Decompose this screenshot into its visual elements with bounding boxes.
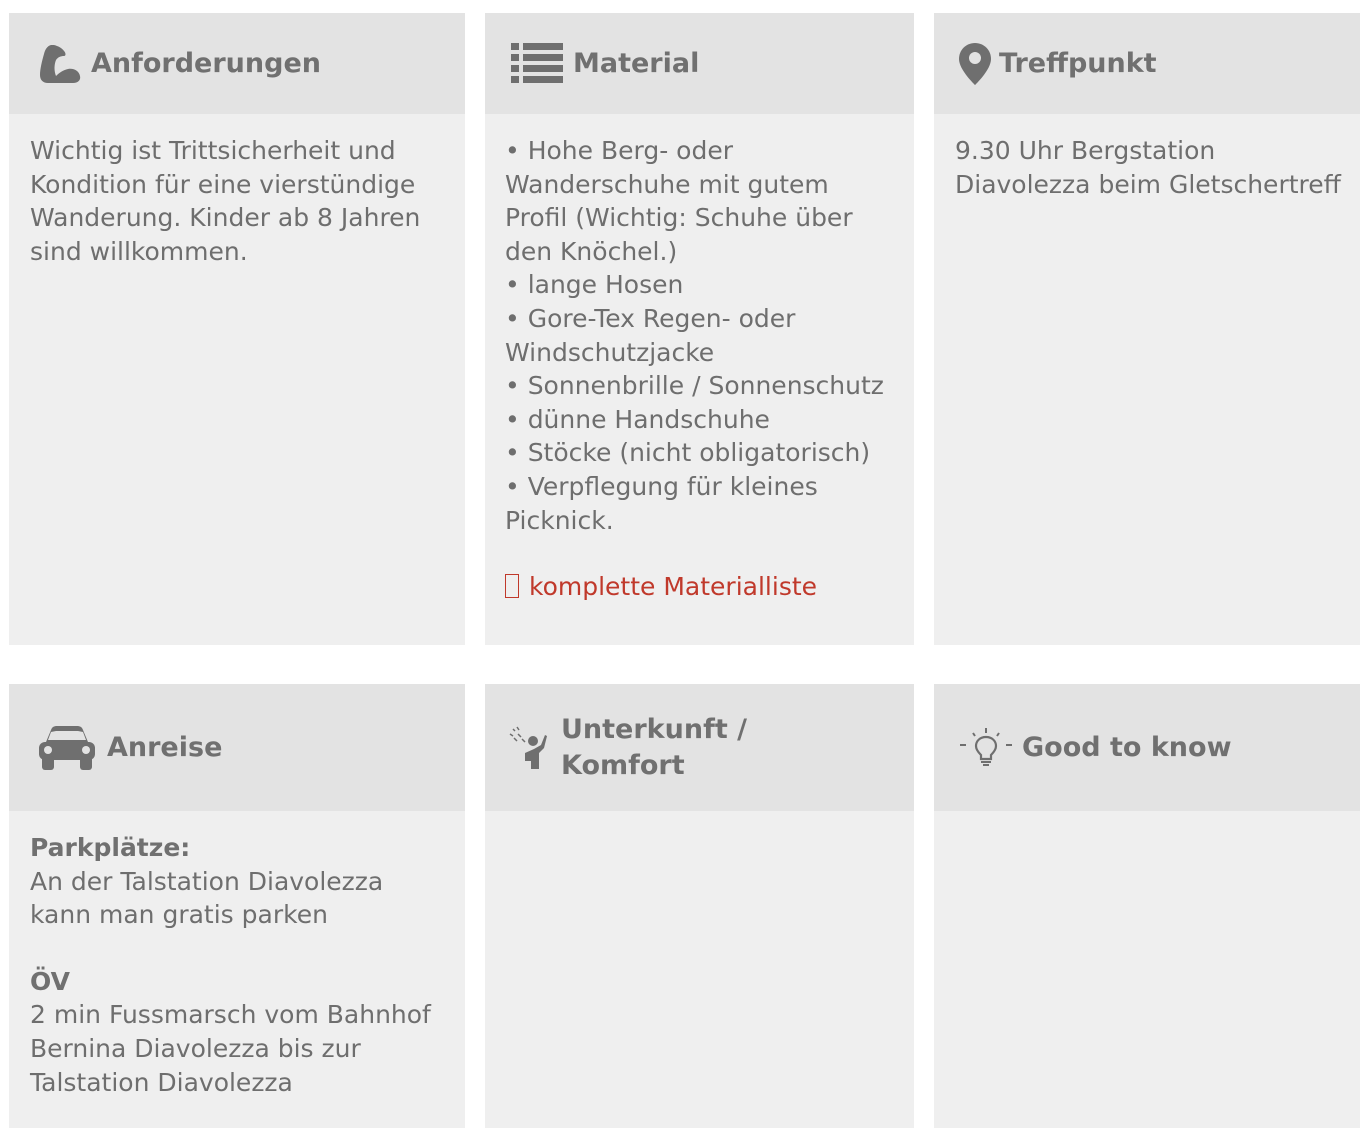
card-title: Material (573, 47, 700, 79)
material-list: • Hohe Berg- oder Wanderschuhe mit gutem… (505, 134, 906, 604)
flexed-arm-icon (37, 43, 81, 85)
list-item: • lange Hosen (505, 270, 684, 300)
anforderungen-paragraph: Wichtig ist Trittsicherheit und Konditio… (30, 136, 421, 266)
materialliste-link[interactable]: komplette Materialliste (505, 570, 817, 604)
card-title: Treffpunkt (999, 47, 1157, 79)
ov-text: 2 min Fussmarsch vom Bahnhof Bernina Dia… (30, 1000, 431, 1097)
list-item: • Verpflegung für kleines Picknick. (505, 471, 818, 535)
anforderungen-text: Wichtig ist Trittsicherheit und Konditio… (30, 134, 457, 268)
anforderungen-card: Anforderungen Wichtig ist Trittsicherhei… (9, 13, 465, 645)
anreise-text: Parkplätze: An der Talstation Diavolezza… (30, 831, 457, 1099)
document-icon (505, 574, 519, 599)
anreise-header: Anreise (9, 684, 465, 811)
material-card: Material • Hohe Berg- oder Wanderschuhe … (485, 13, 914, 645)
unterkunft-header: Unterkunft / Komfort (485, 684, 914, 811)
list-item: • dünne Handschuhe (505, 404, 770, 434)
list-item: • Sonnenbrille / Sonnenschutz (505, 371, 884, 401)
list-icon (511, 42, 563, 85)
parking-label: Parkplätze: (30, 833, 191, 862)
ov-label: ÖV (30, 966, 70, 996)
treffpunkt-text: 9.30 Uhr Bergstation Diavolezza beim Gle… (955, 134, 1360, 201)
treffpunkt-card: Treffpunkt 9.30 Uhr Bergstation Diavolez… (934, 13, 1360, 645)
treffpunkt-paragraph: 9.30 Uhr Bergstation Diavolezza beim Gle… (955, 136, 1341, 199)
card-title: Anforderungen (91, 47, 321, 79)
parking-text: An der Talstation Diavolezza kann man gr… (30, 866, 384, 930)
unterkunft-card: Unterkunft / Komfort (485, 684, 914, 1128)
treffpunkt-header: Treffpunkt (934, 13, 1360, 114)
list-item: • Hohe Berg- oder Wanderschuhe mit gutem… (505, 136, 853, 266)
goodtoknow-card: Good to know (934, 684, 1360, 1128)
card-title: Good to know (1022, 731, 1232, 763)
map-marker-icon (959, 42, 991, 85)
anforderungen-header: Anforderungen (9, 13, 465, 114)
card-title: Unterkunft / Komfort (561, 713, 747, 781)
material-header: Material (485, 13, 914, 114)
lightbulb-icon (960, 727, 1012, 768)
goodtoknow-header: Good to know (934, 684, 1360, 811)
anreise-card: Anreise Parkplätze: An der Talstation Di… (9, 684, 465, 1128)
list-item: • Gore-Tex Regen- oder Windschutzjacke (505, 303, 796, 367)
list-item: • Stöcke (nicht obligatorisch) (505, 438, 871, 468)
materialliste-link-label: komplette Materialliste (529, 572, 818, 602)
card-title: Anreise (107, 731, 223, 763)
shower-icon (509, 725, 549, 771)
car-icon (37, 725, 97, 770)
